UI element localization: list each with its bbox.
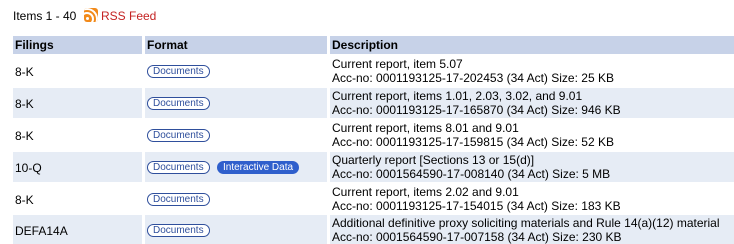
column-header-description: Description (330, 36, 734, 54)
format-cell: Documents (145, 215, 327, 244)
format-cell: Documents (145, 120, 327, 150)
description-meta: Acc-no: 0001193125-17-202453 (34 Act) Si… (332, 71, 614, 85)
filing-cell: DEFA14A (13, 215, 142, 244)
results-header: Items 1 - 40 RSS Feed (0, 0, 734, 36)
filing-cell: 8-K (13, 56, 142, 86)
format-cell: Documents (145, 56, 327, 86)
description: Quarterly report [Sections 13 or 15(d)] … (332, 153, 610, 181)
description-meta: Acc-no: 0001564590-17-007158 (34 Act) Si… (332, 230, 622, 244)
filing-type: DEFA14A (15, 224, 68, 238)
filing-type: 8-K (15, 129, 34, 143)
description-title: Quarterly report [Sections 13 or 15(d)] (332, 153, 535, 167)
description-title: Current report, item 5.07 (332, 57, 463, 71)
column-header-format: Format (145, 36, 327, 54)
format-cell: Documents (145, 184, 327, 214)
description-title: Additional definitive proxy soliciting m… (332, 216, 720, 230)
description-cell: Current report, item 5.07 Acc-no: 000119… (330, 56, 734, 86)
documents-button[interactable]: Documents (147, 161, 210, 174)
format-cell: Documents Interactive Data (145, 152, 327, 182)
filing-type: 8-K (15, 97, 34, 111)
description-title: Current report, items 2.02 and 9.01 (332, 185, 519, 199)
table-row: 8-K Documents Current report, items 8.01… (13, 120, 734, 150)
filing-type: 8-K (15, 193, 34, 207)
description-cell: Current report, items 2.02 and 9.01 Acc-… (330, 184, 734, 214)
filing-type: 8-K (15, 65, 34, 79)
description: Current report, items 2.02 and 9.01 Acc-… (332, 185, 621, 213)
interactive-data-button[interactable]: Interactive Data (217, 161, 300, 174)
description: Current report, items 1.01, 2.03, 3.02, … (332, 89, 621, 117)
description-meta: Acc-no: 0001193125-17-165870 (34 Act) Si… (332, 103, 621, 117)
rss-feed-link[interactable]: RSS Feed (101, 9, 156, 23)
items-count: Items 1 - 40 (13, 9, 77, 23)
description: Current report, item 5.07 Acc-no: 000119… (332, 57, 614, 85)
table-header: Filings Format Description (13, 36, 734, 54)
filing-cell: 8-K (13, 120, 142, 150)
description-cell: Quarterly report [Sections 13 or 15(d)] … (330, 152, 734, 182)
table-row: 8-K Documents Current report, items 2.02… (13, 184, 734, 214)
description-meta: Acc-no: 0001193125-17-154015 (34 Act) Si… (332, 199, 621, 213)
table-row: 8-K Documents Current report, items 1.01… (13, 88, 734, 118)
documents-button[interactable]: Documents (147, 65, 210, 78)
table-row: DEFA14A Documents Additional definitive … (13, 215, 734, 244)
rss-icon[interactable] (84, 8, 98, 22)
description: Current report, items 8.01 and 9.01 Acc-… (332, 121, 614, 149)
filing-cell: 10-Q (13, 152, 142, 182)
description-cell: Current report, items 8.01 and 9.01 Acc-… (330, 120, 734, 150)
filing-cell: 8-K (13, 88, 142, 118)
column-header-filings: Filings (13, 36, 142, 54)
table-row: 10-Q Documents Interactive Data Quarterl… (13, 152, 734, 182)
description-title: Current report, items 8.01 and 9.01 (332, 121, 519, 135)
documents-button[interactable]: Documents (147, 129, 210, 142)
description-cell: Current report, items 1.01, 2.03, 3.02, … (330, 88, 734, 118)
documents-button[interactable]: Documents (147, 193, 210, 206)
table-row: 8-K Documents Current report, item 5.07 … (13, 56, 734, 86)
format-cell: Documents (145, 88, 327, 118)
filing-type: 10-Q (15, 161, 42, 175)
description-meta: Acc-no: 0001564590-17-008140 (34 Act) Si… (332, 167, 611, 181)
documents-button[interactable]: Documents (147, 224, 210, 237)
documents-button[interactable]: Documents (147, 97, 210, 110)
filing-cell: 8-K (13, 184, 142, 214)
description-cell: Additional definitive proxy soliciting m… (330, 215, 734, 244)
description-title: Current report, items 1.01, 2.03, 3.02, … (332, 89, 583, 103)
description: Additional definitive proxy soliciting m… (332, 216, 720, 244)
description-meta: Acc-no: 0001193125-17-159815 (34 Act) Si… (332, 135, 614, 149)
